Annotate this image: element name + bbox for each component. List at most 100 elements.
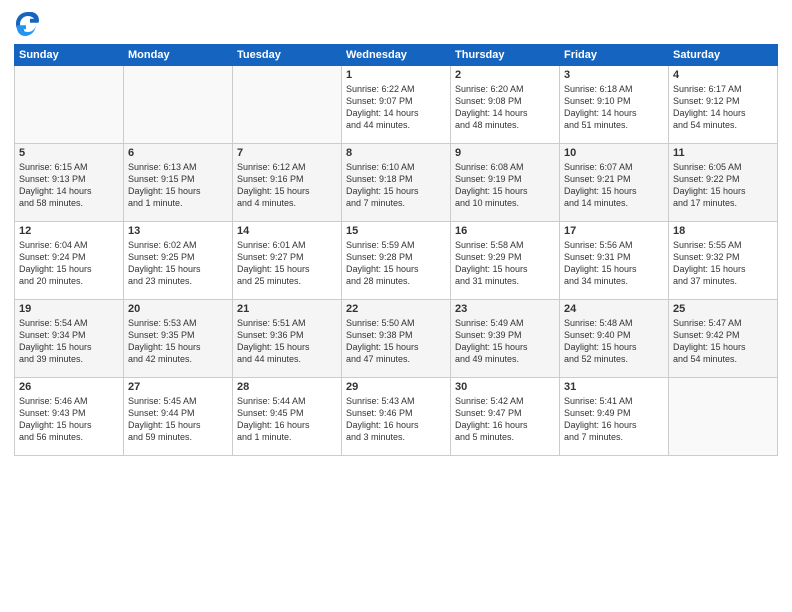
day-number: 15 — [346, 225, 446, 237]
day-cell: 10Sunrise: 6:07 AM Sunset: 9:21 PM Dayli… — [560, 144, 669, 222]
weekday-header-monday: Monday — [124, 45, 233, 66]
day-number: 29 — [346, 381, 446, 393]
day-number: 9 — [455, 147, 555, 159]
day-cell: 7Sunrise: 6:12 AM Sunset: 9:16 PM Daylig… — [233, 144, 342, 222]
day-number: 14 — [237, 225, 337, 237]
day-info: Sunrise: 5:51 AM Sunset: 9:36 PM Dayligh… — [237, 317, 337, 366]
day-cell: 30 Sunrise: 5:42 AM Sunset: 9:47 PM Dayli… — [451, 378, 560, 456]
day-number: 6 — [128, 147, 228, 159]
day-cell: 8Sunrise: 6:10 AM Sunset: 9:18 PM Daylig… — [342, 144, 451, 222]
day-number: 2 — [455, 69, 555, 81]
day-cell: 9Sunrise: 6:08 AM Sunset: 9:19 PM Daylig… — [451, 144, 560, 222]
day-info: Sunrise: 5:54 AM Sunset: 9:34 PM Dayligh… — [19, 317, 119, 366]
day-info: Sunrise: 5:47 AM Sunset: 9:42 PM Dayligh… — [673, 317, 773, 366]
week-row-3: 12Sunrise: 6:04 AM Sunset: 9:24 PM Dayli… — [15, 222, 778, 300]
day-info: Sunrise: 5:42 AM Sunset: 9:47 PM Dayligh… — [455, 395, 555, 444]
calendar-table: SundayMondayTuesdayWednesdayThursdayFrid… — [14, 44, 778, 456]
day-cell: 21 Sunrise: 5:51 AM Sunset: 9:36 PM Dayli… — [233, 300, 342, 378]
day-number: 25 — [673, 303, 773, 315]
day-number: 19 — [19, 303, 119, 315]
day-number: 4 — [673, 69, 773, 81]
day-info: Sunrise: 6:07 AM Sunset: 9:21 PM Dayligh… — [564, 161, 664, 210]
day-number: 24 — [564, 303, 664, 315]
day-number: 1 — [346, 69, 446, 81]
day-cell: 23Sunrise: 5:49 AM Sunset: 9:39 PM Dayli… — [451, 300, 560, 378]
day-number: 20 — [128, 303, 228, 315]
day-number: 26 — [19, 381, 119, 393]
day-info: Sunrise: 5:46 AM Sunset: 9:43 PM Dayligh… — [19, 395, 119, 444]
day-cell: 2 Sunrise: 6:20 AM Sunset: 9:08 PM Daylig… — [451, 66, 560, 144]
day-cell: 29 Sunrise: 5:43 AM Sunset: 9:46 PM Dayli… — [342, 378, 451, 456]
week-row-2: 5 Sunrise: 6:15 AM Sunset: 9:13 PM Daylig… — [15, 144, 778, 222]
day-cell: 5 Sunrise: 6:15 AM Sunset: 9:13 PM Daylig… — [15, 144, 124, 222]
day-number: 21 — [237, 303, 337, 315]
day-cell — [233, 66, 342, 144]
day-number: 22 — [346, 303, 446, 315]
day-cell: 20 Sunrise: 5:53 AM Sunset: 9:35 PM Dayli… — [124, 300, 233, 378]
weekday-header-wednesday: Wednesday — [342, 45, 451, 66]
day-info: Sunrise: 5:58 AM Sunset: 9:29 PM Dayligh… — [455, 239, 555, 288]
day-info: Sunrise: 6:17 AM Sunset: 9:12 PM Dayligh… — [673, 83, 773, 132]
day-cell: 12Sunrise: 6:04 AM Sunset: 9:24 PM Dayli… — [15, 222, 124, 300]
day-cell: 31 Sunrise: 5:41 AM Sunset: 9:49 PM Dayli… — [560, 378, 669, 456]
day-cell: 14 Sunrise: 6:01 AM Sunset: 9:27 PM Dayli… — [233, 222, 342, 300]
day-cell: 13 Sunrise: 6:02 AM Sunset: 9:25 PM Dayli… — [124, 222, 233, 300]
day-cell — [15, 66, 124, 144]
day-number: 30 — [455, 381, 555, 393]
day-number: 8 — [346, 147, 446, 159]
day-number: 18 — [673, 225, 773, 237]
day-info: Sunrise: 6:01 AM Sunset: 9:27 PM Dayligh… — [237, 239, 337, 288]
header — [14, 10, 778, 38]
day-info: Sunrise: 6:02 AM Sunset: 9:25 PM Dayligh… — [128, 239, 228, 288]
weekday-header-tuesday: Tuesday — [233, 45, 342, 66]
day-info: Sunrise: 5:53 AM Sunset: 9:35 PM Dayligh… — [128, 317, 228, 366]
day-cell: 19 Sunrise: 5:54 AM Sunset: 9:34 PM Dayli… — [15, 300, 124, 378]
day-cell: 24 Sunrise: 5:48 AM Sunset: 9:40 PM Dayli… — [560, 300, 669, 378]
calendar-header: SundayMondayTuesdayWednesdayThursdayFrid… — [15, 45, 778, 66]
day-info: Sunrise: 6:22 AM Sunset: 9:07 PM Dayligh… — [346, 83, 446, 132]
day-number: 23 — [455, 303, 555, 315]
day-number: 12 — [19, 225, 119, 237]
day-info: Sunrise: 5:43 AM Sunset: 9:46 PM Dayligh… — [346, 395, 446, 444]
week-row-5: 26 Sunrise: 5:46 AM Sunset: 9:43 PM Dayli… — [15, 378, 778, 456]
day-info: Sunrise: 5:41 AM Sunset: 9:49 PM Dayligh… — [564, 395, 664, 444]
day-info: Sunrise: 6:20 AM Sunset: 9:08 PM Dayligh… — [455, 83, 555, 132]
weekday-row: SundayMondayTuesdayWednesdayThursdayFrid… — [15, 45, 778, 66]
logo — [14, 10, 46, 38]
day-info: Sunrise: 6:13 AM Sunset: 9:15 PM Dayligh… — [128, 161, 228, 210]
day-info: Sunrise: 5:55 AM Sunset: 9:32 PM Dayligh… — [673, 239, 773, 288]
day-cell: 1 Sunrise: 6:22 AM Sunset: 9:07 PM Daylig… — [342, 66, 451, 144]
day-number: 31 — [564, 381, 664, 393]
day-number: 16 — [455, 225, 555, 237]
calendar-body: 1 Sunrise: 6:22 AM Sunset: 9:07 PM Daylig… — [15, 66, 778, 456]
day-info: Sunrise: 6:15 AM Sunset: 9:13 PM Dayligh… — [19, 161, 119, 210]
weekday-header-friday: Friday — [560, 45, 669, 66]
day-cell: 11 Sunrise: 6:05 AM Sunset: 9:22 PM Dayli… — [669, 144, 778, 222]
day-info: Sunrise: 6:05 AM Sunset: 9:22 PM Dayligh… — [673, 161, 773, 210]
day-number: 5 — [19, 147, 119, 159]
day-cell: 15 Sunrise: 5:59 AM Sunset: 9:28 PM Dayli… — [342, 222, 451, 300]
day-info: Sunrise: 5:59 AM Sunset: 9:28 PM Dayligh… — [346, 239, 446, 288]
day-info: Sunrise: 5:48 AM Sunset: 9:40 PM Dayligh… — [564, 317, 664, 366]
day-info: Sunrise: 6:12 AM Sunset: 9:16 PM Dayligh… — [237, 161, 337, 210]
day-number: 13 — [128, 225, 228, 237]
day-cell: 26 Sunrise: 5:46 AM Sunset: 9:43 PM Dayli… — [15, 378, 124, 456]
weekday-header-sunday: Sunday — [15, 45, 124, 66]
week-row-1: 1 Sunrise: 6:22 AM Sunset: 9:07 PM Daylig… — [15, 66, 778, 144]
day-number: 27 — [128, 381, 228, 393]
day-info: Sunrise: 6:18 AM Sunset: 9:10 PM Dayligh… — [564, 83, 664, 132]
day-cell: 22 Sunrise: 5:50 AM Sunset: 9:38 PM Dayli… — [342, 300, 451, 378]
day-cell: 4 Sunrise: 6:17 AM Sunset: 9:12 PM Daylig… — [669, 66, 778, 144]
day-cell — [669, 378, 778, 456]
day-cell: 18 Sunrise: 5:55 AM Sunset: 9:32 PM Dayli… — [669, 222, 778, 300]
day-number: 3 — [564, 69, 664, 81]
day-info: Sunrise: 5:45 AM Sunset: 9:44 PM Dayligh… — [128, 395, 228, 444]
day-info: Sunrise: 5:50 AM Sunset: 9:38 PM Dayligh… — [346, 317, 446, 366]
page: SundayMondayTuesdayWednesdayThursdayFrid… — [0, 0, 792, 612]
day-cell: 6 Sunrise: 6:13 AM Sunset: 9:15 PM Daylig… — [124, 144, 233, 222]
day-cell: 25 Sunrise: 5:47 AM Sunset: 9:42 PM Dayli… — [669, 300, 778, 378]
day-cell: 3 Sunrise: 6:18 AM Sunset: 9:10 PM Daylig… — [560, 66, 669, 144]
day-number: 11 — [673, 147, 773, 159]
day-cell: 16 Sunrise: 5:58 AM Sunset: 9:29 PM Dayli… — [451, 222, 560, 300]
day-cell: 28Sunrise: 5:44 AM Sunset: 9:45 PM Dayli… — [233, 378, 342, 456]
